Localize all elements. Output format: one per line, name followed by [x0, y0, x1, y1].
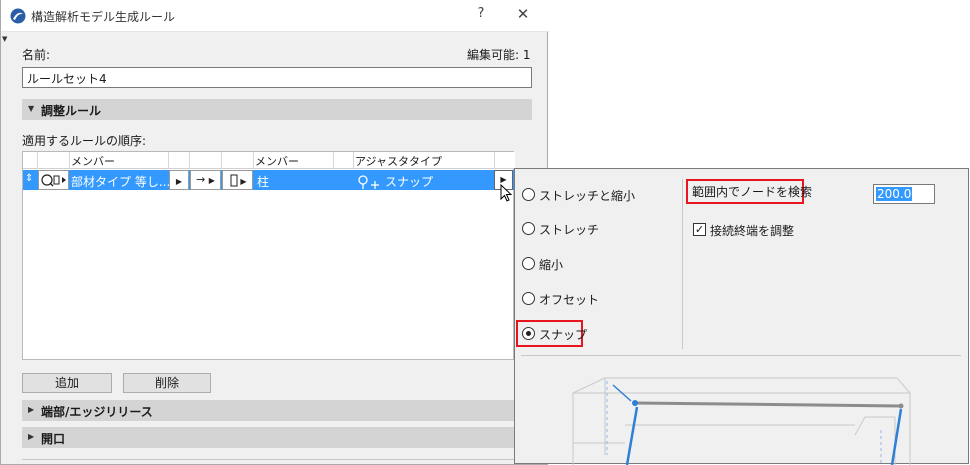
vertical-separator: [682, 179, 683, 349]
radio-shrink-label: 縮小: [539, 258, 564, 272]
check-icon: ✓: [694, 223, 705, 236]
name-label: 名前:: [22, 48, 51, 62]
triangle-right-icon: ▶: [240, 177, 247, 186]
radio-selected-dot: [526, 331, 531, 336]
direction-selector[interactable]: → ▶: [190, 170, 221, 190]
triangle-right-icon: ▶: [28, 432, 35, 441]
name-input[interactable]: ルールセット4: [22, 67, 532, 88]
section-edge-release-label: 端部/エッジリリース: [41, 405, 153, 419]
rule-order-label: 適用するルールの順序:: [22, 134, 147, 148]
dialog-window: 構造解析モデル生成ルール ? ✕ ▼ 名前: 編集可能: 1 ルールセット4 ▼…: [0, 0, 549, 465]
window-title: 構造解析モデル生成ルール: [31, 10, 176, 24]
triangle-right-icon: ▶: [500, 175, 507, 184]
close-button[interactable]: ✕: [509, 5, 537, 27]
radio-stretch-and-shrink-label: ストレッチと縮小: [539, 189, 636, 203]
radio-snap-label: スナップ: [539, 328, 588, 342]
horizontal-separator: [521, 355, 961, 356]
mouse-cursor-icon: [500, 184, 513, 202]
table-row[interactable]: ⇕ 部材タイプ 等し... ▶ → ▶ ▶ 柱 スナップ: [23, 170, 515, 190]
adjust-type-value: スナップ: [385, 175, 434, 189]
editable-count-label: 編集可能: 1: [467, 48, 531, 62]
member-1-dropdown-button[interactable]: ▶: [169, 170, 189, 190]
section-adjust-rules[interactable]: ▼ 調整ルール: [22, 99, 532, 120]
section-openings[interactable]: ▶ 開口: [22, 427, 532, 448]
row-reorder-handle-icon[interactable]: ⇕: [25, 173, 33, 193]
radio-offset-label: オフセット: [539, 293, 600, 307]
triangle-right-icon: ▶: [175, 177, 183, 186]
column-header-member-2[interactable]: メンバー: [255, 153, 299, 169]
condition-selector[interactable]: [38, 170, 69, 190]
table-header: メンバー メンバー アジャスタタイプ: [23, 152, 515, 169]
radio-stretch-label: ストレッチ: [539, 223, 600, 237]
member-1-value: 部材タイプ 等し...: [71, 175, 171, 189]
magnifier-icon: [41, 174, 66, 187]
adjust-ends-checkbox[interactable]: ✓: [693, 223, 706, 236]
search-range-input[interactable]: 200.0: [873, 184, 935, 204]
triangle-right-icon: ▶: [28, 405, 35, 414]
chevron-down-icon: ▼: [28, 104, 35, 113]
adjust-type-popup: ストレッチと縮小 ストレッチ 縮小 オフセット スナップ 範囲内でノードを検索 …: [514, 168, 969, 465]
delete-button[interactable]: 削除: [123, 373, 211, 393]
triangle-right-icon: ▶: [208, 176, 215, 185]
snap-type-icon: [358, 175, 379, 189]
adjust-ends-label: 接続終端を調整: [710, 224, 795, 238]
title-bar: 構造解析モデル生成ルール ? ✕: [1, 0, 549, 32]
column-element-icon: [230, 174, 238, 186]
column-header-member-1[interactable]: メンバー: [71, 153, 115, 169]
search-range-label: 範囲内でノードを検索: [692, 185, 813, 199]
help-button[interactable]: ?: [469, 6, 493, 26]
section-openings-label: 開口: [41, 432, 66, 446]
section-adjust-rules-label: 調整ルール: [41, 104, 102, 118]
member-2-value: 柱: [257, 175, 270, 189]
arrow-right-icon: →: [196, 173, 206, 186]
snap-preview-diagram: [572, 377, 911, 465]
dropdown-arrow-icon: ▼: [2, 35, 8, 43]
column-header-adjust-type[interactable]: アジャスタタイプ: [355, 153, 442, 169]
section-edge-release[interactable]: ▶ 端部/エッジリリース: [22, 400, 532, 421]
app-logo-icon: [10, 8, 26, 24]
element-type-selector[interactable]: ▶: [222, 170, 253, 190]
divider: [22, 459, 514, 460]
add-button[interactable]: 追加: [22, 373, 112, 393]
rules-table: メンバー メンバー アジャスタタイプ ⇕ 部材タイプ 等し... ▶ → ▶ ▶…: [22, 151, 515, 360]
